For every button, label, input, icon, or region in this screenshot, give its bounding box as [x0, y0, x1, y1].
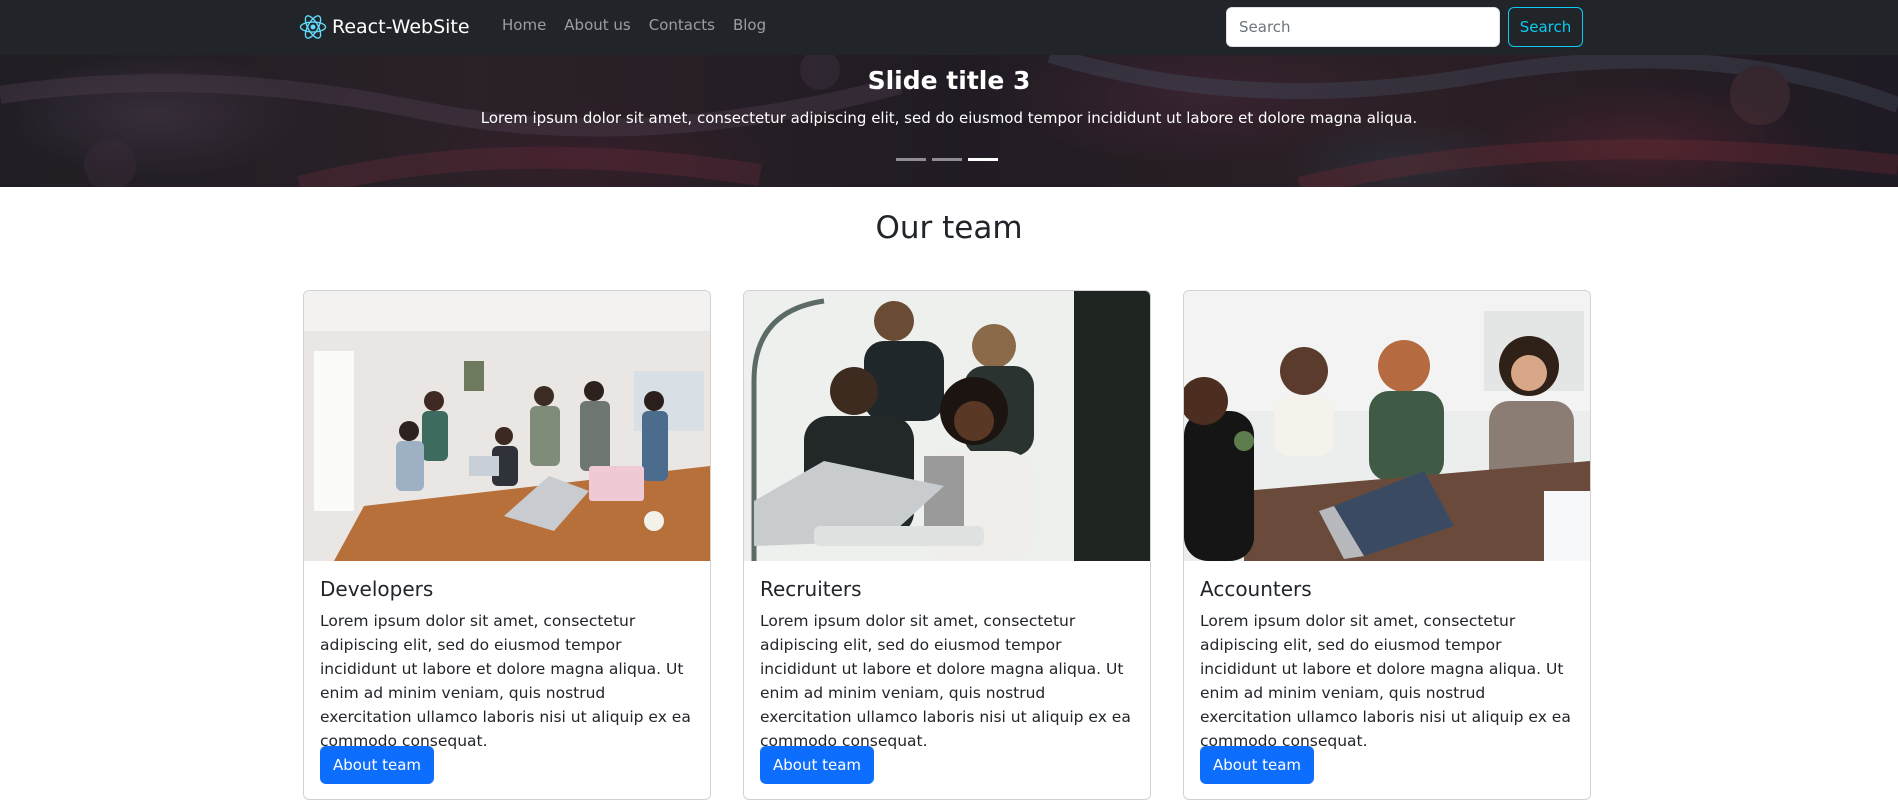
about-team-button[interactable]: About team — [760, 746, 875, 784]
nav-link-contacts[interactable]: Contacts — [640, 16, 724, 34]
nav-link-about-us[interactable]: About us — [555, 16, 639, 34]
react-atom-icon — [299, 15, 327, 39]
nav-link-blog[interactable]: Blog — [724, 16, 775, 34]
about-team-button[interactable]: About team — [1200, 746, 1315, 784]
search-button[interactable]: Search — [1508, 7, 1583, 47]
search-input[interactable] — [1226, 7, 1500, 47]
card-text: Lorem ipsum dolor sit amet, consectetur … — [1200, 612, 1571, 750]
navbar: React-WebSite Home About us Contacts Blo… — [0, 0, 1898, 55]
brand-label: React-WebSite — [332, 16, 470, 38]
slide-caption: Lorem ipsum dolor sit amet, consectetur … — [480, 109, 1418, 127]
team-card-recruiters: Recruiters Lorem ipsum dolor sit amet, c… — [743, 290, 1151, 800]
team-card-accounters: Accounters Lorem ipsum dolor sit amet, c… — [1183, 290, 1591, 800]
carousel-indicator-3[interactable] — [968, 158, 998, 161]
section-title: Our team — [875, 210, 1023, 246]
brand-link[interactable]: React-WebSite — [298, 12, 470, 42]
card-title: Recruiters — [760, 577, 862, 601]
card-title: Accounters — [1200, 577, 1312, 601]
card-text: Lorem ipsum dolor sit amet, consectetur … — [320, 612, 691, 750]
slide-title: Slide title 3 — [867, 66, 1031, 95]
team-card-developers: Developers Lorem ipsum dolor sit amet, c… — [303, 290, 711, 800]
developers-photo — [304, 291, 710, 561]
nav-link-home[interactable]: Home — [493, 16, 555, 34]
nav-links: Home About us Contacts Blog — [493, 16, 775, 34]
about-team-button[interactable]: About team — [320, 746, 435, 784]
recruiters-photo — [744, 291, 1150, 561]
card-title: Developers — [320, 577, 434, 601]
carousel-indicators — [896, 158, 998, 161]
card-text: Lorem ipsum dolor sit amet, consectetur … — [760, 612, 1131, 750]
carousel-indicator-2[interactable] — [932, 158, 962, 161]
hero-carousel[interactable]: Slide title 3 Lorem ipsum dolor sit amet… — [0, 55, 1898, 187]
accounters-photo — [1184, 291, 1590, 561]
carousel-indicator-1[interactable] — [896, 158, 926, 161]
